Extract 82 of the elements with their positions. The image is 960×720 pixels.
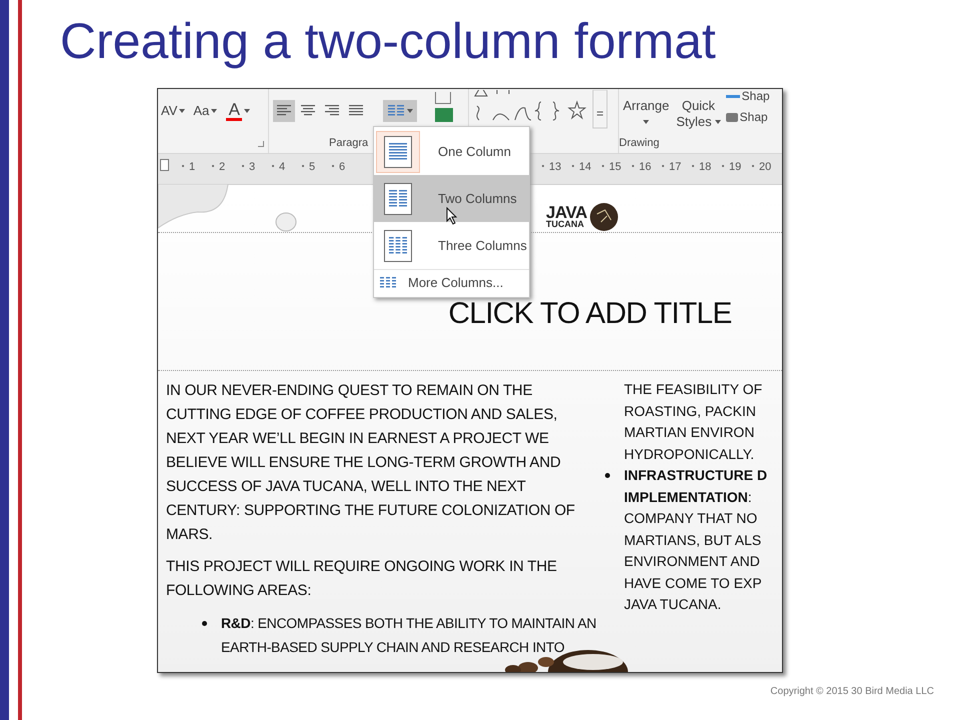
- color-bar-icon: [226, 118, 242, 121]
- character-spacing-button[interactable]: AV: [160, 101, 186, 121]
- column-text-line: INFRASTRUCTURE D: [624, 466, 768, 485]
- bullet-icon: [605, 473, 610, 478]
- column-text-line: COMPANY THAT NO: [624, 509, 758, 528]
- ruler-number: 2: [219, 160, 226, 175]
- quick-styles-button[interactable]: Quick Styles: [673, 89, 724, 133]
- ruler-tick-icon: [212, 165, 214, 167]
- shape-outline-button[interactable]: Shap: [726, 109, 770, 125]
- ruler-tick-icon: [602, 165, 604, 167]
- ruler-number: 13: [549, 160, 562, 175]
- change-case-button[interactable]: Aa: [192, 101, 218, 121]
- column-text-line: MARTIANS, BUT ALS: [624, 530, 762, 550]
- ruler-tick-icon: [302, 165, 304, 167]
- column-text-line: ENVIRONMENT AND: [624, 552, 760, 571]
- align-icon: [301, 105, 315, 117]
- caret-icon: [406, 109, 412, 113]
- ruler-tick-icon: [752, 165, 754, 167]
- indent-marker-icon[interactable]: [160, 159, 169, 171]
- logo-text: JAVA TUCANA: [546, 204, 588, 229]
- ruler-number: 18: [699, 160, 712, 175]
- bullet-text: R&D: ENCOMPASSES BOTH THE ABILITY TO MAINTAIN AN EARTH-BASED SUPPLY CHAIN AND RESEARCH INTO: [221, 614, 598, 657]
- caret-icon: [714, 120, 721, 124]
- menu-item[interactable]: One Column: [374, 128, 529, 175]
- columns-icon: [389, 142, 407, 160]
- columns-icon: [380, 277, 396, 289]
- ruler-tick-icon: [572, 165, 574, 167]
- align-icon: [277, 105, 291, 117]
- arrange-button[interactable]: Arrange: [619, 89, 674, 133]
- title-text: CLICK TO ADD TITLE: [448, 296, 732, 332]
- logo-icon: [589, 202, 620, 232]
- column-text-line: HAVE COME TO EXP: [624, 574, 762, 592]
- ruler-number: 6: [339, 160, 346, 175]
- mouse-cursor-icon: [446, 207, 458, 225]
- group-label: Paragra: [329, 136, 368, 151]
- align-button[interactable]: [273, 100, 295, 122]
- ruler-tick-icon: [542, 165, 544, 167]
- ruler-tick-icon: [272, 165, 274, 167]
- ruler-tick-icon: [692, 165, 694, 167]
- column-text-line: JAVA TUCANA.: [624, 595, 722, 614]
- body-paragraph: THIS PROJECT WILL REQUIRE ONGOING WORK IN THE FOLLOWING AREAS:: [166, 557, 558, 601]
- caret-icon: [643, 120, 650, 124]
- ruler-number: 14: [579, 160, 592, 175]
- body-paragraph: IN OUR NEVER-ENDING QUEST TO REMAIN ON THE CUTTING EDGE OF COFFEE PRODUCTION AND SALES, NEXT YEAR WE’LL BEGIN IN EARNEST A PROJECT WE BELIEVE WILL ENSURE THE LONG-TERM GROWTH AND SUCCESS OF JAVA TUCANA, WELL INTO THE NEXT CENTURY: SUPPORTING THE FUTURE COLONIZATION OF MARS.: [166, 381, 576, 545]
- align-icon: [325, 105, 339, 117]
- column-text-line: HYDROPONICALLY.: [624, 444, 754, 464]
- shape-fill-button[interactable]: Shap: [726, 89, 770, 103]
- ruler-number: 15: [609, 160, 622, 175]
- ruler-tick-icon: [242, 165, 244, 167]
- ruler-tick-icon: [632, 165, 634, 167]
- ruler-number: 16: [639, 160, 652, 175]
- copyright-text: Copyright © 2015 30 Bird Media LLC: [770, 685, 934, 699]
- ruler-number: 17: [669, 160, 682, 175]
- menu-item[interactable]: Two Columns: [374, 175, 529, 222]
- columns-icon: [389, 236, 407, 254]
- dialog-launcher-icon[interactable]: [258, 141, 264, 147]
- column-text-line: ROASTING, PACKIN: [624, 402, 756, 420]
- group-label: Drawing: [619, 136, 660, 151]
- column-text-line: THE FEASIBILITY OF: [624, 380, 762, 399]
- bullet-icon: [202, 621, 207, 626]
- ruler-number: 3: [249, 160, 256, 175]
- ruler-tick-icon: [722, 165, 724, 167]
- ruler-tick-icon: [662, 165, 664, 167]
- caret-icon: [179, 109, 186, 113]
- caret-icon: [211, 109, 218, 113]
- column-text-line: IMPLEMENTATION:: [624, 488, 752, 506]
- caret-icon: [244, 109, 250, 113]
- column-text-line: MARTIAN ENVIRON: [624, 423, 754, 442]
- font-color-button[interactable]: A: [224, 101, 252, 121]
- columns-button[interactable]: [383, 100, 417, 122]
- align-icon: [349, 105, 363, 117]
- ruler-number: 5: [309, 160, 316, 175]
- slide-title: Creating a two-column format: [60, 16, 716, 66]
- ruler-tick-icon: [182, 165, 184, 167]
- ruler-tick-icon: [332, 165, 334, 167]
- columns-icon: [388, 105, 404, 117]
- ruler-number: 4: [279, 160, 286, 175]
- ruler-number: 20: [759, 160, 772, 175]
- menu-item[interactable]: More Columns...: [374, 269, 529, 296]
- ruler-number: 19: [729, 160, 742, 175]
- ruler-number: 1: [189, 160, 196, 175]
- columns-icon: [389, 190, 407, 208]
